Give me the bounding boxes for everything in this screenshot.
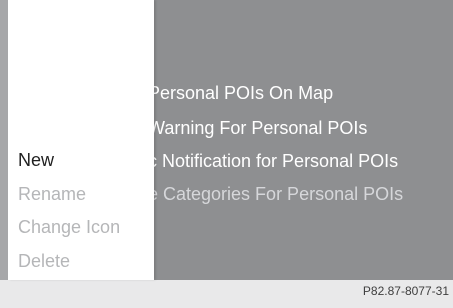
submenu-item-new[interactable]: New [18,149,54,171]
submenu-panel: New Rename Change Icon Delete [8,0,154,280]
menu-item-personal-pois-on-map[interactable]: Personal POIs On Map [148,82,333,104]
submenu-item-change-icon: Change Icon [18,217,121,237]
display-screen: Personal POIs On Map Warning For Persona… [0,0,453,280]
figure-caption: P82.87-8077-31 [362,284,449,298]
menu-item-notification-for-personal-pois[interactable]: c Notification for Personal POIs [148,150,398,172]
menu-item-warning-for-personal-pois[interactable]: Warning For Personal POIs [148,117,367,139]
submenu-item-rename: Rename [18,184,87,204]
submenu-item-delete: Delete [18,251,71,271]
menu-item-categories-for-personal-pois[interactable]: e Categories For Personal POIs [148,183,403,205]
